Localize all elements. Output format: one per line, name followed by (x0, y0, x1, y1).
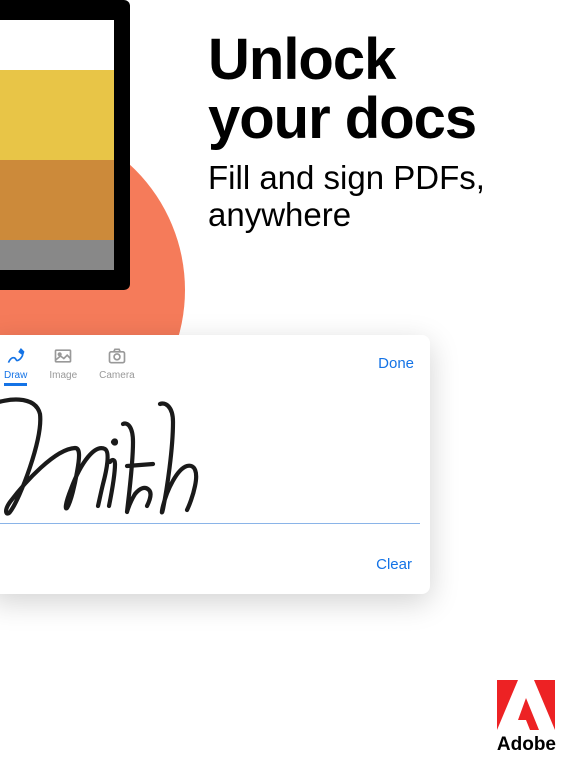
subhead-line1: Fill and sign PDFs, (208, 159, 485, 196)
headline: Unlock your docs (208, 30, 485, 148)
headline-line1: Unlock (208, 27, 395, 92)
signature-toolbar: Draw Image Camera Done (0, 335, 430, 385)
tool-camera[interactable]: Camera (99, 345, 135, 381)
image-icon (52, 345, 74, 367)
tool-draw[interactable]: Draw (4, 345, 27, 386)
signature-panel: Draw Image Camera Done (0, 335, 430, 594)
subhead-line2: anywhere (208, 196, 351, 233)
hero-area: Unlock your docs Fill and sign PDFs, any… (0, 0, 576, 350)
adobe-logo-icon (497, 680, 555, 730)
pen-icon (5, 345, 27, 367)
adobe-brand-text: Adobe (497, 734, 556, 756)
clear-row: Clear (0, 546, 430, 594)
signature-canvas[interactable] (0, 391, 430, 546)
adobe-brand: Adobe (497, 680, 556, 756)
signature-drawing (0, 394, 265, 539)
content-stripe (0, 70, 114, 165)
clear-button[interactable]: Clear (376, 556, 412, 573)
content-stripe (0, 160, 114, 240)
tool-draw-label: Draw (4, 370, 27, 381)
subheadline: Fill and sign PDFs, anywhere (208, 160, 485, 234)
tablet-screen (0, 20, 114, 270)
tablet-device (0, 0, 130, 290)
camera-icon (106, 345, 128, 367)
tool-image-label: Image (49, 370, 77, 381)
tool-image[interactable]: Image (49, 345, 77, 381)
tool-camera-label: Camera (99, 370, 135, 381)
tablet-content (0, 20, 114, 270)
headline-block: Unlock your docs Fill and sign PDFs, any… (208, 30, 485, 234)
content-stripe (0, 240, 114, 270)
signature-baseline (0, 523, 420, 524)
headline-line2: your docs (208, 86, 476, 151)
done-button[interactable]: Done (378, 355, 414, 372)
